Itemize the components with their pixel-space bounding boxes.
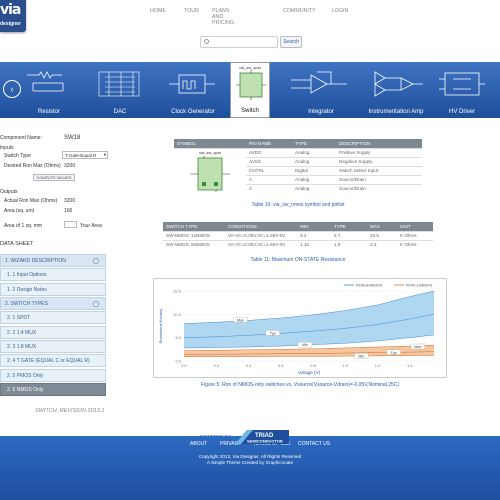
annotation-label: Typ: [270, 331, 276, 335]
x-tick-label: 0.6: [278, 363, 284, 368]
annotation-label: Min: [358, 354, 364, 358]
carousel-item-integrator[interactable]: Integrator: [282, 62, 360, 118]
datasheet-item-spdt[interactable]: 2. 1 SPDT: [0, 311, 106, 324]
expand-icon: +: [93, 258, 99, 264]
carousel-item-hv-driver[interactable]: HV Driver: [432, 62, 492, 118]
search-input[interactable]: [200, 36, 278, 48]
inputs-heading: Inputs: [0, 145, 14, 151]
switch-symbol-icon: [190, 155, 230, 192]
x-tick-label: 1.2: [375, 363, 381, 368]
datasheet-heading: DATA SHEET: [0, 241, 34, 247]
x-tick-label: 0.2: [213, 363, 219, 368]
nav-home[interactable]: HOME: [150, 8, 166, 14]
switch-type-label: Switch Type: [4, 153, 31, 159]
hv-driver-schematic-icon: [439, 72, 485, 96]
annotation-label: Typ: [391, 351, 397, 355]
search-bar: Search: [200, 36, 302, 48]
legend-label: RON-1xNMOS: [406, 283, 433, 288]
pin-table-caption: Table 10: via_sw_nmos symbol and pinlist: [251, 202, 345, 208]
search-icon: [204, 39, 209, 44]
x-tick-label: 0.8: [310, 363, 316, 368]
nav-tour[interactable]: TOUR: [184, 8, 199, 14]
annotation-label: Max: [237, 318, 244, 322]
x-tick-label: 0.0: [181, 363, 187, 368]
actual-ron-value: 3200: [64, 198, 76, 204]
area-mm-input[interactable]: [64, 221, 77, 228]
nav-login[interactable]: LOGIN: [332, 8, 348, 14]
resistance-table: SWITCH TYPE CONDITIONS MIN TYPE MAX UNIT…: [163, 222, 433, 249]
carousel-item-dac[interactable]: DAC: [90, 62, 150, 118]
y-tick-label: 15.0: [173, 289, 182, 294]
footer-link-contact[interactable]: CONTACT US: [298, 441, 330, 447]
series-area-0: [184, 291, 434, 348]
outputs-heading: Outputs: [0, 189, 18, 195]
carousel-item-instrumentation-amp[interactable]: Instrumentation Amp: [360, 62, 432, 118]
dac-schematic-icon: [98, 71, 140, 97]
area-mm-label: Area of 1 sq. mm: [4, 223, 43, 229]
y-tick-label: 10.0: [173, 312, 182, 317]
resistance-table-caption: Table 11: Maximum ON-STATE Resistance: [250, 257, 346, 263]
datasheet-item-1-4-mux[interactable]: 2. 2 1:4 MUX: [0, 326, 106, 339]
carousel-item-switch[interactable]: via_sw_spst Switch: [230, 62, 270, 118]
datasheet-item-pmos-only[interactable]: 2. 5 PMOS Only: [0, 369, 106, 382]
figure-caption: Figure 5: Ron of NMOS-only switches vs. …: [200, 382, 400, 388]
datasheet-item-nmos-only[interactable]: 2. 6 NMOS Only: [0, 383, 106, 396]
datasheet-item-t-gate[interactable]: 2. 4 T GATE (EQUAL C or EQUAL R): [0, 354, 106, 367]
top-bar: via designer HOME TOUR PLANS AND PRICING…: [0, 0, 500, 32]
carousel-item-resistor[interactable]: Resistor: [20, 62, 78, 118]
switch-type-select[interactable]: T-Gate-Equal R ▾: [62, 151, 108, 159]
triad-semiconductor-logo[interactable]: TRIAD SEMICONDUCTOR: [233, 428, 291, 446]
y-axis-label: Resistance(Kohms): [158, 308, 163, 344]
legend-label: RON-8xNMOS: [356, 283, 383, 288]
annotation-label: Min: [302, 343, 308, 347]
nav-plans-and-pricing[interactable]: PLANS AND PRICING: [212, 8, 234, 26]
datasheet-item-1-8-mux[interactable]: 2. 3 1:8 MUX: [0, 340, 106, 353]
area-label: Area (sq. um): [4, 208, 35, 214]
x-tick-label: 1.4: [407, 363, 413, 368]
carousel-item-clock-generator[interactable]: Clock Generator: [160, 62, 226, 118]
nav-community[interactable]: COMMUNITY: [283, 8, 316, 14]
datasheet-item-design-notes[interactable]: 1. 2 Design Notes: [0, 283, 106, 296]
component-name-label: Component Name:: [0, 135, 42, 141]
component-name-value: SW18: [64, 135, 81, 141]
ron-chart: 0.05.010.015.00.0 0.2 0.4 0.6 0.8 1.0 1.2 1.4Ma…: [158, 283, 435, 375]
chevron-down-icon: ▾: [103, 152, 106, 157]
actual-ron-label: Actual Ron Max (Ohms): [4, 198, 58, 204]
x-tick-label: 0.4: [246, 363, 252, 368]
revision-label: SWITCH, REVISION 2013.1: [35, 408, 105, 414]
desired-ron-value[interactable]: 3200: [64, 163, 75, 169]
x-tick-label: 1.0: [343, 363, 349, 368]
integrator-schematic-icon: [291, 71, 347, 94]
annotation-label: Max: [414, 345, 421, 349]
ron-chart-container: 0.0 5.0 10.0 15.0 0.0 0.2 0.4 0.6 0.8 1.0 1.2 1.4 Ma…: [153, 278, 447, 378]
switch-schematic-icon: [236, 70, 266, 100]
your-area-label: Your Area: [80, 223, 102, 229]
datasheet-item-wizard-description[interactable]: 1. WIZARD DESCRIPTION +: [0, 254, 106, 267]
pin-table-symbol-cell: via_sw_spst: [174, 147, 246, 193]
clock-generator-schematic-icon: [169, 74, 215, 94]
triad-logo-line2: SEMICONDUCTOR: [247, 439, 283, 444]
footer-link-about[interactable]: ABOUT: [190, 441, 207, 447]
expand-icon: +: [93, 301, 99, 307]
via-designer-logo[interactable]: via designer: [0, 0, 26, 32]
datasheet-item-input-options[interactable]: 1. 1 Input Options: [0, 268, 106, 281]
pin-table: SYMBOL PIN NAME TYPE DESCRIPTION via_sw_…: [174, 139, 422, 193]
resistor-schematic-icon: [27, 71, 64, 92]
compute-values-button[interactable]: COMPUTE VALUES: [33, 174, 75, 181]
copyright: Copyright 2013, Via Designer, All Rights…: [198, 454, 302, 465]
carousel-prev-arrow-icon[interactable]: ‹: [3, 80, 21, 98]
x-axis-label: Voltage (V): [298, 370, 321, 375]
y-tick-label: 5.0: [175, 335, 181, 340]
datasheet-item-switch-types[interactable]: 2. SWITCH TYPES +: [0, 297, 106, 310]
desired-ron-label: Desired Ron Max (Ohms): [4, 163, 61, 169]
component-carousel: ‹ Resistor DAC Clock Generator via_sw_sp…: [0, 62, 500, 118]
instrumentation-amp-schematic-icon: [374, 71, 423, 97]
area-value: 166: [64, 208, 73, 214]
search-button[interactable]: Search: [280, 36, 302, 48]
